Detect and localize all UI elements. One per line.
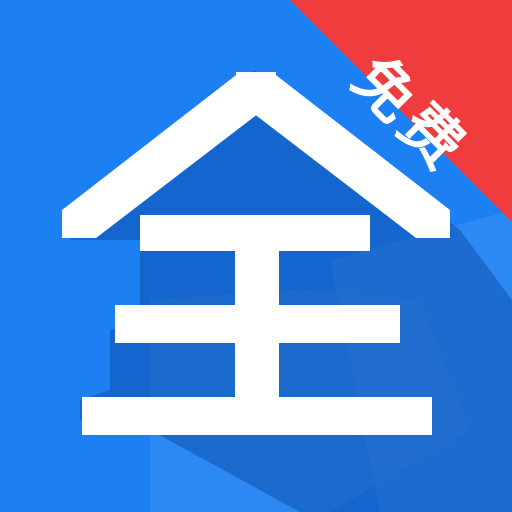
app-icon-artwork	[0, 0, 512, 512]
app-icon[interactable]: 免费	[0, 0, 512, 512]
